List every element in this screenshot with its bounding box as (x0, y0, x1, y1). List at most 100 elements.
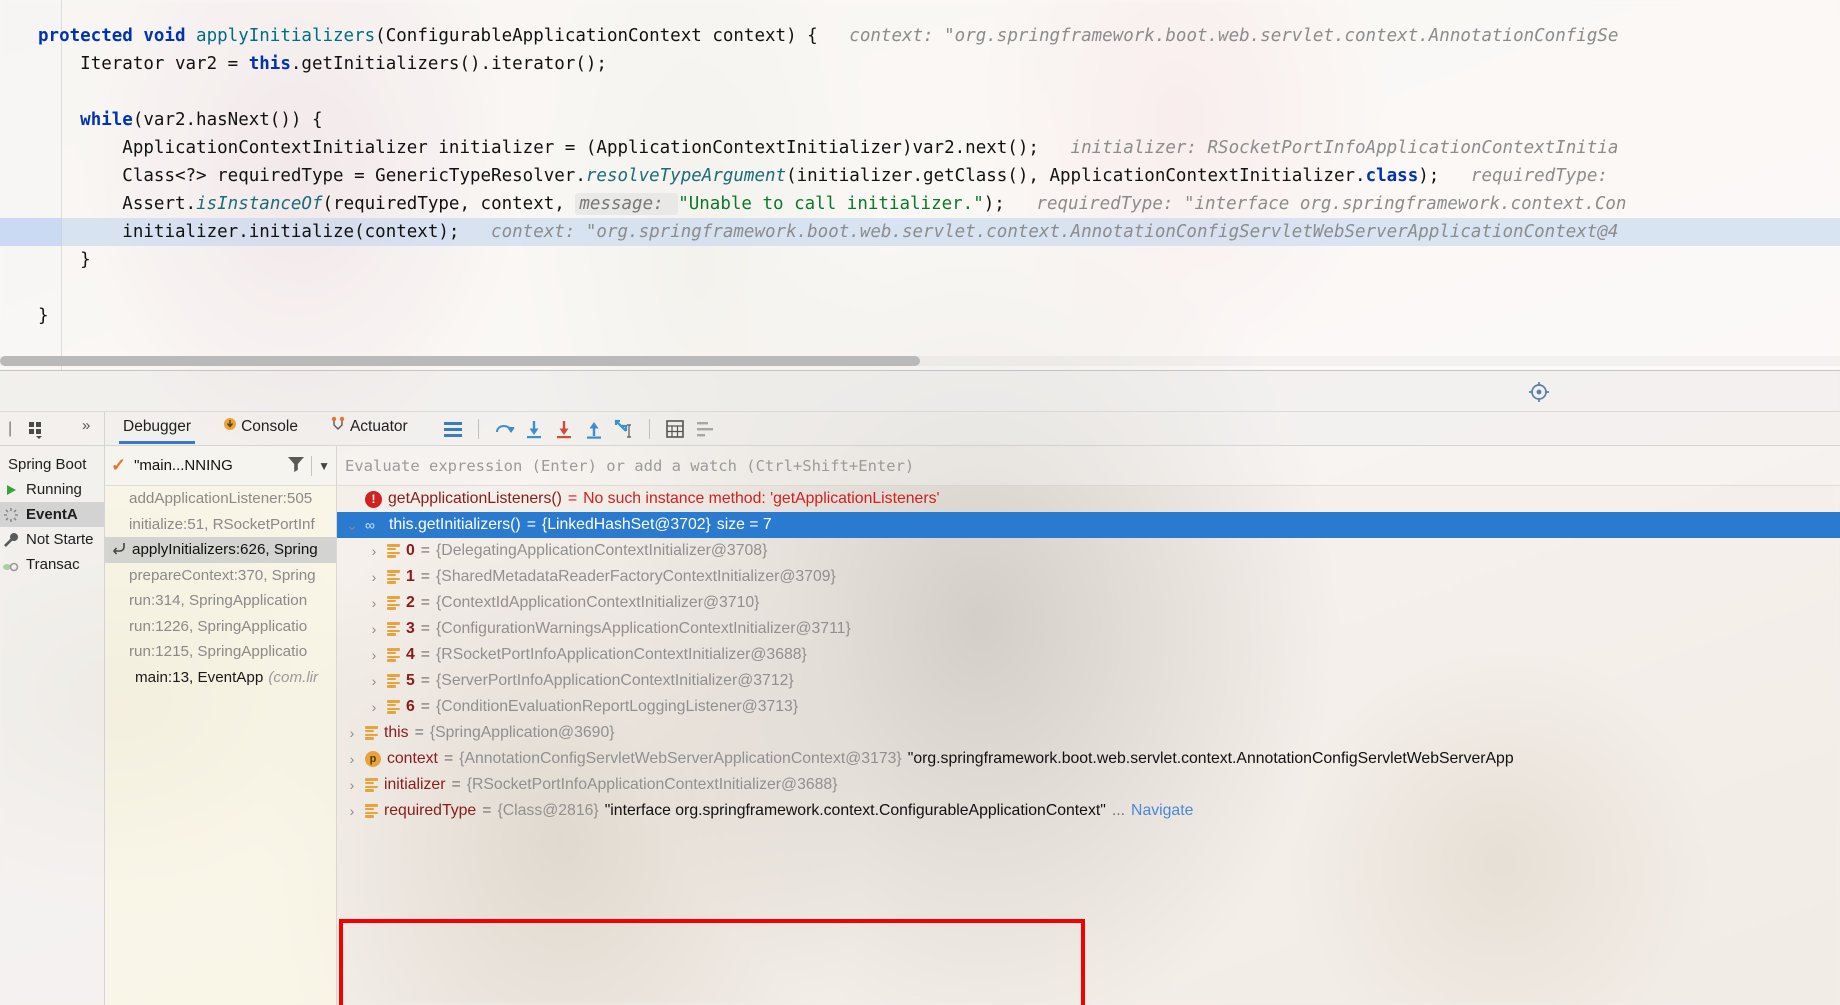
frames-list[interactable]: addApplicationListener:505 initialize:51,… (105, 486, 336, 690)
code-token: "Unable to call initializer." (678, 194, 984, 214)
services-rail-items[interactable]: Spring Boot Running EventA Not Starte Transa… (0, 446, 104, 577)
variables-tree[interactable]: ! getApplicationListeners() = No such ins… (337, 486, 1840, 824)
code-token: ApplicationContextInitializer initialize… (122, 138, 1039, 158)
chevron-right-icon[interactable]: › (345, 751, 359, 767)
chevron-right-icon[interactable]: › (367, 621, 381, 637)
evaluate-expression-icon[interactable] (664, 418, 686, 440)
variable-value: {ServerPortInfoApplicationContextInitial… (436, 672, 794, 689)
variable-row[interactable]: › 4 = {RSocketPortInfoApplicationContextI… (337, 642, 1840, 668)
force-step-into-icon[interactable] (553, 418, 575, 440)
code-token: Class<?> requiredType = GenericTypeResol… (122, 166, 586, 186)
target-icon[interactable] (1528, 381, 1550, 408)
variable-row[interactable]: › 0 = {DelegatingApplicationContextInitia… (337, 538, 1840, 564)
equals-sign: = (420, 542, 431, 559)
chevron-double-right-icon[interactable]: » (82, 417, 90, 434)
services-rail-toolbar[interactable]: | » (0, 412, 104, 446)
code-token: RSocketPortInfoApplicationContextInitia (1207, 138, 1619, 158)
variable-row[interactable]: › 1 = {SharedMetadataReaderFactoryContext… (337, 564, 1840, 590)
rail-item-running[interactable]: Running (0, 477, 104, 502)
chevron-down-icon[interactable]: ▼ (318, 459, 330, 473)
frame-item[interactable]: run:1226, SpringApplicatio (105, 614, 336, 640)
rail-item-transac[interactable]: Transac (0, 552, 104, 577)
variable-row[interactable]: › 6 = {ConditionEvaluationReportLoggingLi… (337, 694, 1840, 720)
step-over-icon[interactable] (493, 418, 515, 440)
code-line[interactable]: initializer.initialize(context); context… (0, 218, 1840, 246)
step-out-icon[interactable] (583, 418, 605, 440)
code-lines[interactable]: protected void applyInitializers(Configu… (0, 22, 1840, 330)
variable-row[interactable]: › requiredType = {Class@2816} "interface … (337, 798, 1840, 824)
filter-icon[interactable] (287, 455, 305, 477)
run-to-cursor-icon[interactable] (613, 418, 635, 440)
tab-actuator[interactable]: Actuator (322, 412, 416, 445)
variable-row[interactable]: › 3 = {ConfigurationWarningsApplicationCo… (337, 616, 1840, 642)
frame-item[interactable]: addApplicationListener:505 (105, 486, 336, 512)
chevron-down-icon[interactable]: ⌄ (345, 517, 359, 534)
variable-row[interactable]: › initializer = {RSocketPortInfoApplicati… (337, 772, 1840, 798)
layout-lines-icon[interactable] (442, 418, 464, 440)
code-line[interactable]: while(var2.hasNext()) { (0, 106, 1840, 134)
chevron-right-icon[interactable]: › (345, 803, 359, 819)
variable-row[interactable]: › 5 = {ServerPortInfoApplicationContextIn… (337, 668, 1840, 694)
variable-row[interactable]: ! getApplicationListeners() = No such ins… (337, 486, 1840, 512)
chevron-right-icon[interactable]: › (367, 647, 381, 663)
frames-panel[interactable]: ✓ "main...NNING ▼ addApplicationListener… (105, 446, 337, 1005)
frame-item[interactable]: initialize:51, RSocketPortInf (105, 512, 336, 538)
services-rail[interactable]: | » Spring Boot Running EventA Not Starte Tr… (0, 412, 105, 1005)
code-line[interactable]: } (0, 246, 1840, 274)
equals-sign: = (420, 672, 431, 689)
current-line-gutter-highlight (0, 218, 62, 246)
thread-selector[interactable]: ✓ "main...NNING ▼ (105, 446, 336, 486)
variable-name: 3 (406, 620, 415, 637)
chevron-right-icon[interactable]: › (345, 725, 359, 741)
code-line[interactable]: Assert.isInstanceOf(requiredType, contex… (0, 190, 1840, 218)
equals-sign: = (420, 698, 431, 715)
rail-item-label: Not Starte (26, 531, 94, 548)
code-line[interactable]: } (0, 302, 1840, 330)
tab-label: Debugger (123, 417, 192, 435)
variable-value: {ContextIdApplicationContextInitializer@… (436, 594, 760, 611)
frame-item[interactable]: applyInitializers:626, Spring (105, 537, 336, 563)
code-editor[interactable]: protected void applyInitializers(Configu… (0, 0, 1840, 370)
tab-debugger[interactable]: Debugger (115, 414, 199, 444)
rail-item-spring-boot[interactable]: Spring Boot (0, 452, 104, 477)
tab-console[interactable]: Console (215, 413, 306, 444)
frame-item[interactable]: main:13, EventApp (com.lir (105, 665, 336, 691)
chevron-right-icon[interactable]: › (367, 673, 381, 689)
rail-item-not-starte[interactable]: Not Starte (0, 527, 104, 552)
chevron-right-icon[interactable]: › (367, 699, 381, 715)
variable-row[interactable]: › this = {SpringApplication@3690} (337, 720, 1840, 746)
chevron-right-icon[interactable]: › (367, 543, 381, 559)
code-line[interactable]: ApplicationContextInitializer initialize… (0, 134, 1840, 162)
chevron-right-icon[interactable]: › (345, 777, 359, 793)
code-token: context: (459, 222, 586, 242)
variable-row[interactable]: › 2 = {ContextIdApplicationContextInitial… (337, 590, 1840, 616)
code-line[interactable]: Class<?> requiredType = GenericTypeResol… (0, 162, 1840, 190)
chevron-right-icon[interactable]: › (367, 595, 381, 611)
code-token: this (248, 54, 291, 74)
code-line[interactable] (0, 78, 1840, 106)
frame-item[interactable]: run:314, SpringApplication (105, 588, 336, 614)
variable-row[interactable]: ⌄ ∞ this.getInitializers() = {LinkedHashSe… (337, 512, 1840, 538)
frame-item[interactable]: prepareContext:370, Spring (105, 563, 336, 589)
debug-toolwindow[interactable]: | » Spring Boot Running EventA Not Starte Tr… (0, 412, 1840, 1005)
code-line[interactable]: Iterator var2 = this.getInitializers().i… (0, 50, 1840, 78)
navigate-link[interactable]: Navigate (1131, 802, 1193, 820)
variable-row[interactable]: › p context = {AnnotationConfigServletWebS… (337, 746, 1840, 772)
actuator-icon (330, 416, 346, 437)
layout-grid-icon[interactable] (27, 419, 47, 444)
variable-string-value: "interface org.springframework.context.C… (604, 802, 1106, 819)
frame-item[interactable]: run:1215, SpringApplicatio (105, 639, 336, 665)
debug-tabs-bar[interactable]: Debugger Console Actuator (105, 412, 1840, 446)
rail-item-eventa[interactable]: EventA (0, 502, 104, 527)
mute-breakpoints-icon[interactable] (694, 418, 716, 440)
list-icon (387, 622, 400, 636)
code-token: Iterator var2 = (80, 54, 249, 74)
editor-hscrollbar-thumb[interactable] (0, 356, 920, 366)
evaluate-expression-field[interactable]: Evaluate expression (Enter) or add a wat… (337, 446, 1840, 486)
code-line[interactable] (0, 274, 1840, 302)
step-into-icon[interactable] (523, 418, 545, 440)
code-line[interactable]: protected void applyInitializers(Configu… (0, 22, 1840, 50)
variable-name: 4 (406, 646, 415, 663)
chevron-right-icon[interactable]: › (367, 569, 381, 585)
variables-panel[interactable]: Evaluate expression (Enter) or add a wat… (337, 446, 1840, 1005)
